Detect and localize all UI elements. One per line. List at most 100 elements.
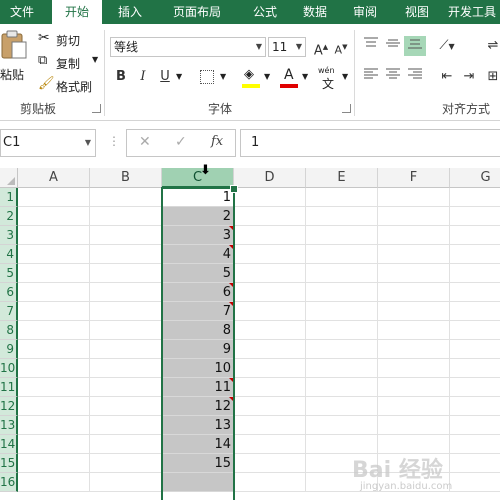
grid-cell[interactable] xyxy=(234,340,306,359)
font-name-combo[interactable]: 等线 ▼ xyxy=(110,37,266,57)
tab-review[interactable]: 审阅 xyxy=(340,0,390,24)
underline-button[interactable]: U xyxy=(154,67,176,87)
grid-cell[interactable] xyxy=(450,207,500,226)
grid-cell[interactable] xyxy=(306,359,378,378)
row-header[interactable]: 2 xyxy=(0,207,18,226)
grid-cell[interactable] xyxy=(18,378,90,397)
grid-cell[interactable] xyxy=(306,302,378,321)
grid-cell[interactable] xyxy=(234,321,306,340)
column-header-d[interactable]: D xyxy=(234,168,306,188)
column-header-g[interactable]: G xyxy=(450,168,500,188)
column-header-e[interactable]: E xyxy=(306,168,378,188)
grid-cell[interactable] xyxy=(306,264,378,283)
grid-cell[interactable] xyxy=(378,302,450,321)
grid-cell[interactable] xyxy=(234,397,306,416)
grid-cell[interactable] xyxy=(90,188,162,207)
grid-cell[interactable] xyxy=(18,321,90,340)
grid-cell[interactable] xyxy=(90,264,162,283)
grid-cell[interactable] xyxy=(90,207,162,226)
row-header[interactable]: 14 xyxy=(0,435,18,454)
shrink-font-button[interactable]: A▼ xyxy=(330,37,352,57)
grid-cell[interactable] xyxy=(378,397,450,416)
grid-cell[interactable] xyxy=(450,397,500,416)
grid-cell[interactable] xyxy=(90,397,162,416)
grid-cell[interactable] xyxy=(90,283,162,302)
chevron-down-icon[interactable]: ▼ xyxy=(302,72,308,81)
grid-cell[interactable] xyxy=(450,473,500,492)
grid-cell[interactable] xyxy=(234,435,306,454)
grid-cell[interactable] xyxy=(18,226,90,245)
align-bottom-button[interactable] xyxy=(404,36,426,56)
grid-cell[interactable] xyxy=(18,264,90,283)
grid-cell[interactable] xyxy=(90,454,162,473)
row-header[interactable]: 16 xyxy=(0,473,18,492)
grid-cell[interactable] xyxy=(18,397,90,416)
grid-cell[interactable] xyxy=(234,359,306,378)
fill-color-button[interactable]: ◈ xyxy=(240,67,262,89)
grid-cell[interactable] xyxy=(306,321,378,340)
grid-cell[interactable] xyxy=(18,302,90,321)
grid-cell[interactable] xyxy=(378,340,450,359)
grid-cell[interactable] xyxy=(90,435,162,454)
grid-cell[interactable] xyxy=(378,207,450,226)
column-c-cell[interactable]: 4 xyxy=(162,245,234,264)
column-header-a[interactable]: A xyxy=(18,168,90,188)
column-c-cell[interactable]: 6 xyxy=(162,283,234,302)
grid-cell[interactable] xyxy=(18,283,90,302)
name-box[interactable]: C1 ▼ xyxy=(0,129,96,157)
row-header[interactable]: 8 xyxy=(0,321,18,340)
grid-cell[interactable] xyxy=(306,416,378,435)
grid-cell[interactable] xyxy=(450,245,500,264)
grid-cell[interactable] xyxy=(18,473,90,492)
italic-button[interactable]: I xyxy=(132,67,154,87)
grid-cell[interactable] xyxy=(234,283,306,302)
column-c-cell[interactable]: 12 xyxy=(162,397,234,416)
grid-cell[interactable] xyxy=(234,226,306,245)
orientation-button[interactable]: ⟋▼ xyxy=(436,36,458,56)
row-header[interactable]: 11 xyxy=(0,378,18,397)
row-header[interactable]: 12 xyxy=(0,397,18,416)
increase-indent-button[interactable]: ⇥ xyxy=(458,67,480,87)
tab-file[interactable]: 文件 xyxy=(0,0,44,24)
grid-cell[interactable] xyxy=(90,473,162,492)
grow-font-button[interactable]: A▲ xyxy=(310,37,332,58)
merge-center-button[interactable]: ⊞ xyxy=(482,67,500,87)
grid-cell[interactable] xyxy=(90,378,162,397)
row-header[interactable]: 15 xyxy=(0,454,18,473)
grid-cell[interactable] xyxy=(306,207,378,226)
grid-cell[interactable] xyxy=(378,321,450,340)
enter-icon[interactable]: ✓ xyxy=(175,134,187,150)
copy-button[interactable]: ⧉ 复制 ▼ xyxy=(38,53,100,71)
phonetic-button[interactable]: wén 文 xyxy=(318,66,342,91)
tab-insert[interactable]: 插入 xyxy=(106,0,154,24)
tab-formulas[interactable]: 公式 xyxy=(240,0,290,24)
align-left-button[interactable] xyxy=(360,67,382,87)
active-cell-c1[interactable]: 1 xyxy=(162,188,234,207)
grid-cell[interactable] xyxy=(234,473,306,492)
grid-cell[interactable] xyxy=(450,340,500,359)
tab-page-layout[interactable]: 页面布局 xyxy=(160,0,234,24)
align-center-button[interactable] xyxy=(382,67,404,87)
grid-cell[interactable] xyxy=(234,245,306,264)
chevron-down-icon[interactable]: ▼ xyxy=(342,72,348,81)
grid-cell[interactable] xyxy=(306,226,378,245)
column-header-c[interactable]: C xyxy=(162,168,234,188)
column-c-cell[interactable]: 15 xyxy=(162,454,234,473)
grid-cell[interactable] xyxy=(450,188,500,207)
column-header-b[interactable]: B xyxy=(90,168,162,188)
grid-cell[interactable] xyxy=(306,245,378,264)
row-header[interactable]: 7 xyxy=(0,302,18,321)
grid-cell[interactable] xyxy=(450,359,500,378)
cancel-icon[interactable]: ✕ xyxy=(139,134,151,150)
grid-cell[interactable] xyxy=(18,359,90,378)
grid-cell[interactable] xyxy=(378,188,450,207)
grid-cell[interactable] xyxy=(18,207,90,226)
grid-cell[interactable] xyxy=(90,302,162,321)
grid-cell[interactable] xyxy=(18,245,90,264)
chevron-down-icon[interactable]: ▼ xyxy=(220,72,226,81)
grid-cell[interactable] xyxy=(450,454,500,473)
grid-cell[interactable] xyxy=(450,226,500,245)
grid-cell[interactable] xyxy=(234,378,306,397)
grid-cell[interactable] xyxy=(306,283,378,302)
grid-cell[interactable] xyxy=(450,302,500,321)
